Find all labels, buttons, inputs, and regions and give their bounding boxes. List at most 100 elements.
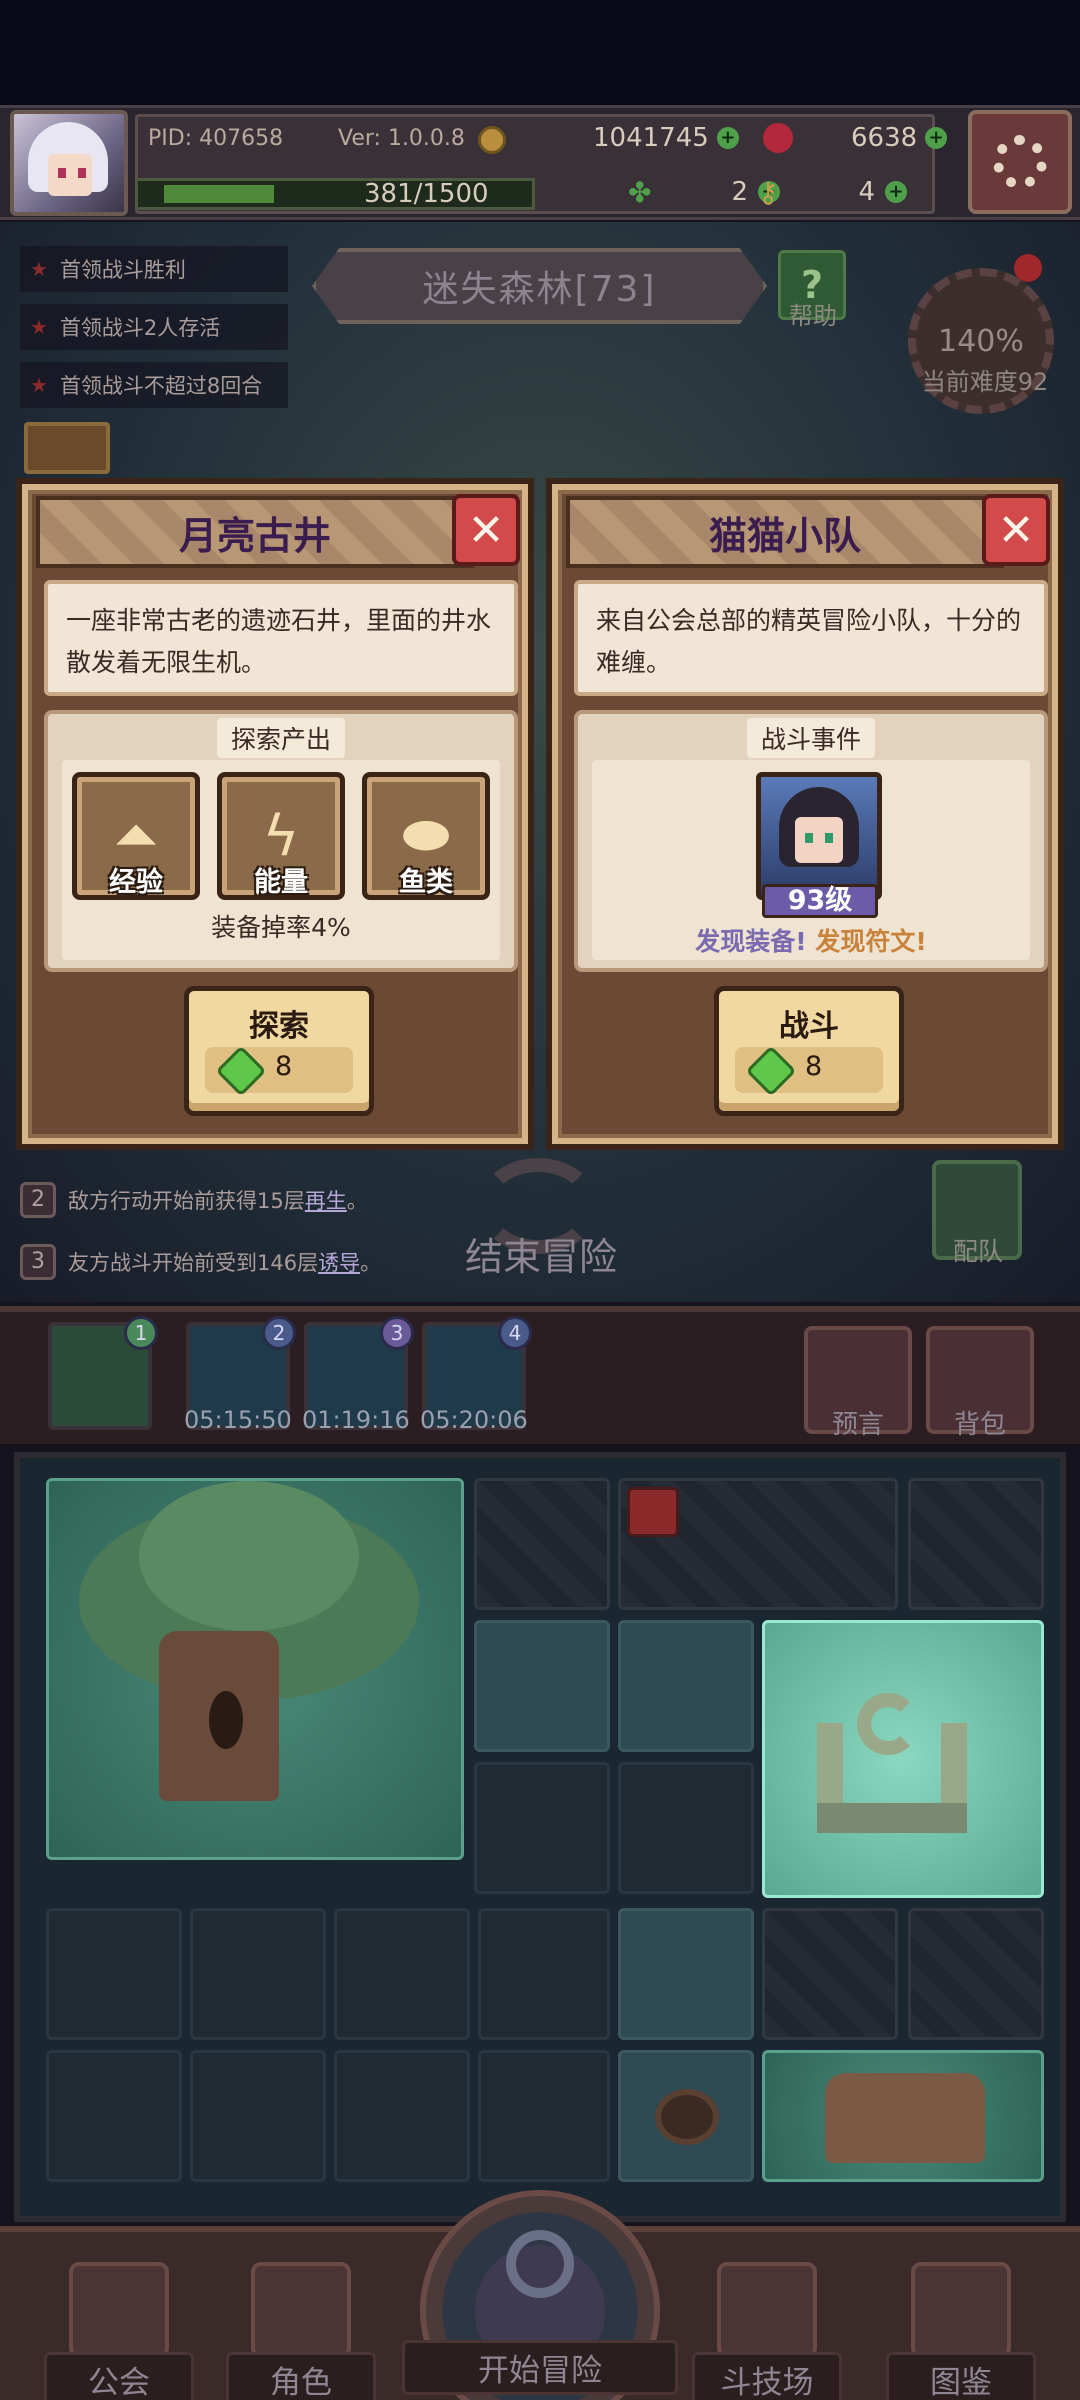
clover-amount: 2: [731, 177, 749, 207]
map-tile-campfire[interactable]: [618, 2050, 754, 2182]
find-rune: 发现符文!: [815, 927, 927, 956]
card-title: 月亮古井: [36, 496, 474, 568]
gem-icon: [215, 1045, 267, 1097]
crossed-swords-icon: [717, 2262, 817, 2358]
map-tile: [334, 2050, 470, 2182]
map-tile: [474, 1762, 610, 1894]
objective-1: ★ 首领战斗胜利: [20, 246, 288, 292]
close-button[interactable]: ✕: [982, 494, 1050, 566]
prophecy-label: 预言: [831, 1410, 884, 1440]
battle-event-panel: 战斗事件 93级 发现装备! 发现符文!: [574, 710, 1048, 972]
map-slot-strip: [0, 1306, 1080, 1444]
player-avatar[interactable]: [10, 110, 128, 216]
lightning-icon: ϟ: [262, 803, 300, 869]
reward-fish[interactable]: ⬬ 鱼类: [362, 772, 490, 900]
star-icon: ★: [30, 257, 48, 281]
treasure-chest-icon[interactable]: [24, 422, 110, 474]
map-tile: [334, 1908, 470, 2040]
team-label: 配队: [952, 1237, 1003, 1266]
slot-timer-3: 01:19:16: [302, 1406, 410, 1434]
section-title: 探索产出: [216, 718, 346, 758]
player-id: PID: 407658: [148, 125, 284, 151]
objective-3: ★ 首领战斗不超过8回合: [20, 362, 288, 408]
fight-cost: 8: [805, 1051, 823, 1082]
card-title: 猫猫小队: [566, 496, 1004, 568]
key-icon: ⚷: [758, 175, 779, 209]
nav-codex[interactable]: 图鉴: [886, 2262, 1036, 2400]
section-title: 战斗事件: [746, 718, 876, 758]
nav-character[interactable]: 角色: [226, 2262, 376, 2400]
battle-finds: 发现装备! 发现符文!: [592, 922, 1030, 958]
map-tile: [478, 1908, 610, 2040]
map-tile-great-tree[interactable]: [46, 1478, 464, 1860]
map-tile-stump[interactable]: [762, 2050, 1044, 2182]
clover-icon: ✤: [628, 175, 652, 209]
guild-icon: [69, 2262, 169, 2358]
campfire-icon: [655, 2089, 719, 2145]
explore-cost: 8: [275, 1051, 293, 1082]
apple-icon: [763, 123, 793, 153]
add-key-button[interactable]: +: [885, 181, 908, 203]
gold-coin-icon: [478, 126, 506, 154]
effect-line-2: 2 敌方行动开始前获得15层 再生。: [20, 1178, 368, 1222]
event-card-moon-well: 月亮古井 ✕ 一座非常古老的遗迹石井，里面的井水散发着无限生机。 探索产出 ⏶ …: [16, 478, 534, 1150]
map-tile[interactable]: [474, 1620, 610, 1752]
drop-rate: 装备掉率4%: [211, 913, 351, 942]
location-title: 迷失森林[73]: [312, 248, 767, 324]
map-tile[interactable]: [762, 1908, 898, 2040]
magnifier-icon: [506, 2230, 574, 2298]
reward-experience[interactable]: ⏶ 经验: [72, 772, 200, 900]
fight-button[interactable]: 战斗 8: [714, 986, 904, 1116]
map-tile: [478, 2050, 610, 2182]
exploration-grid: [14, 1452, 1066, 2222]
add-gold-button[interactable]: +: [716, 127, 739, 149]
card-description: 一座非常古老的遗迹石井，里面的井水散发着无限生机。: [44, 580, 518, 696]
close-icon: ✕: [997, 504, 1035, 556]
game-version: Ver: 1.0.0.8: [338, 125, 465, 151]
reward-energy[interactable]: ϟ 能量: [217, 772, 345, 900]
gem-icon: [745, 1045, 797, 1097]
star-icon: ★: [30, 373, 48, 397]
map-tile: [46, 1908, 182, 2040]
star-icon: ★: [30, 315, 48, 339]
effect-line-3: 3 友方战斗开始前受到146层 诱导。: [20, 1240, 381, 1284]
map-tile[interactable]: [474, 1478, 610, 1610]
book-icon: [911, 2262, 1011, 2358]
map-tile: [190, 1908, 326, 2040]
map-slot-1[interactable]: 1: [48, 1316, 158, 1430]
enemy-portrait[interactable]: [756, 772, 882, 900]
tree-stump-icon: [825, 2073, 985, 2163]
status-bar: [0, 0, 1080, 105]
nav-arena[interactable]: 斗技场: [692, 2262, 842, 2400]
map-tile[interactable]: [618, 1908, 754, 2040]
apple-amount: 6638: [851, 123, 918, 153]
map-tile-moon-well[interactable]: [762, 1620, 1044, 1898]
map-tile[interactable]: [908, 1908, 1044, 2040]
find-equipment: 发现装备!: [695, 927, 807, 956]
card-description: 来自公会总部的精英冒险小队，十分的难缠。: [574, 580, 1048, 696]
enemy-marker-icon: [627, 1487, 679, 1537]
map-tile[interactable]: [908, 1478, 1044, 1610]
character-icon: [251, 2262, 351, 2358]
difficulty-label: 当前难度92: [921, 368, 1049, 396]
exploration-output-panel: 探索产出 ⏶ 经验 ϟ 能量 ⬬ 鱼类 装备掉率4%: [44, 710, 518, 972]
backpack-label: 背包: [953, 1410, 1006, 1440]
enemy-level: 93级: [762, 884, 878, 918]
help-label: 帮助: [789, 302, 837, 330]
map-tile: [618, 1762, 754, 1894]
map-tile: [190, 2050, 326, 2182]
close-button[interactable]: ✕: [452, 494, 520, 566]
settings-button[interactable]: [968, 110, 1072, 214]
key-amount: 4: [858, 177, 876, 207]
explore-button[interactable]: 探索 8: [184, 986, 374, 1116]
energy-bar: 381/1500: [135, 178, 535, 210]
nav-start-adventure[interactable]: 开始冒险: [402, 2190, 678, 2400]
map-tile[interactable]: [618, 1478, 898, 1610]
slot-timer-4: 05:20:06: [420, 1406, 528, 1434]
gold-amount: 1041745: [593, 123, 709, 153]
map-tile[interactable]: [618, 1620, 754, 1752]
add-apple-button[interactable]: +: [925, 127, 948, 149]
slot-timer-2: 05:15:50: [184, 1406, 292, 1434]
close-icon: ✕: [467, 504, 505, 556]
nav-guild[interactable]: 公会: [44, 2262, 194, 2400]
